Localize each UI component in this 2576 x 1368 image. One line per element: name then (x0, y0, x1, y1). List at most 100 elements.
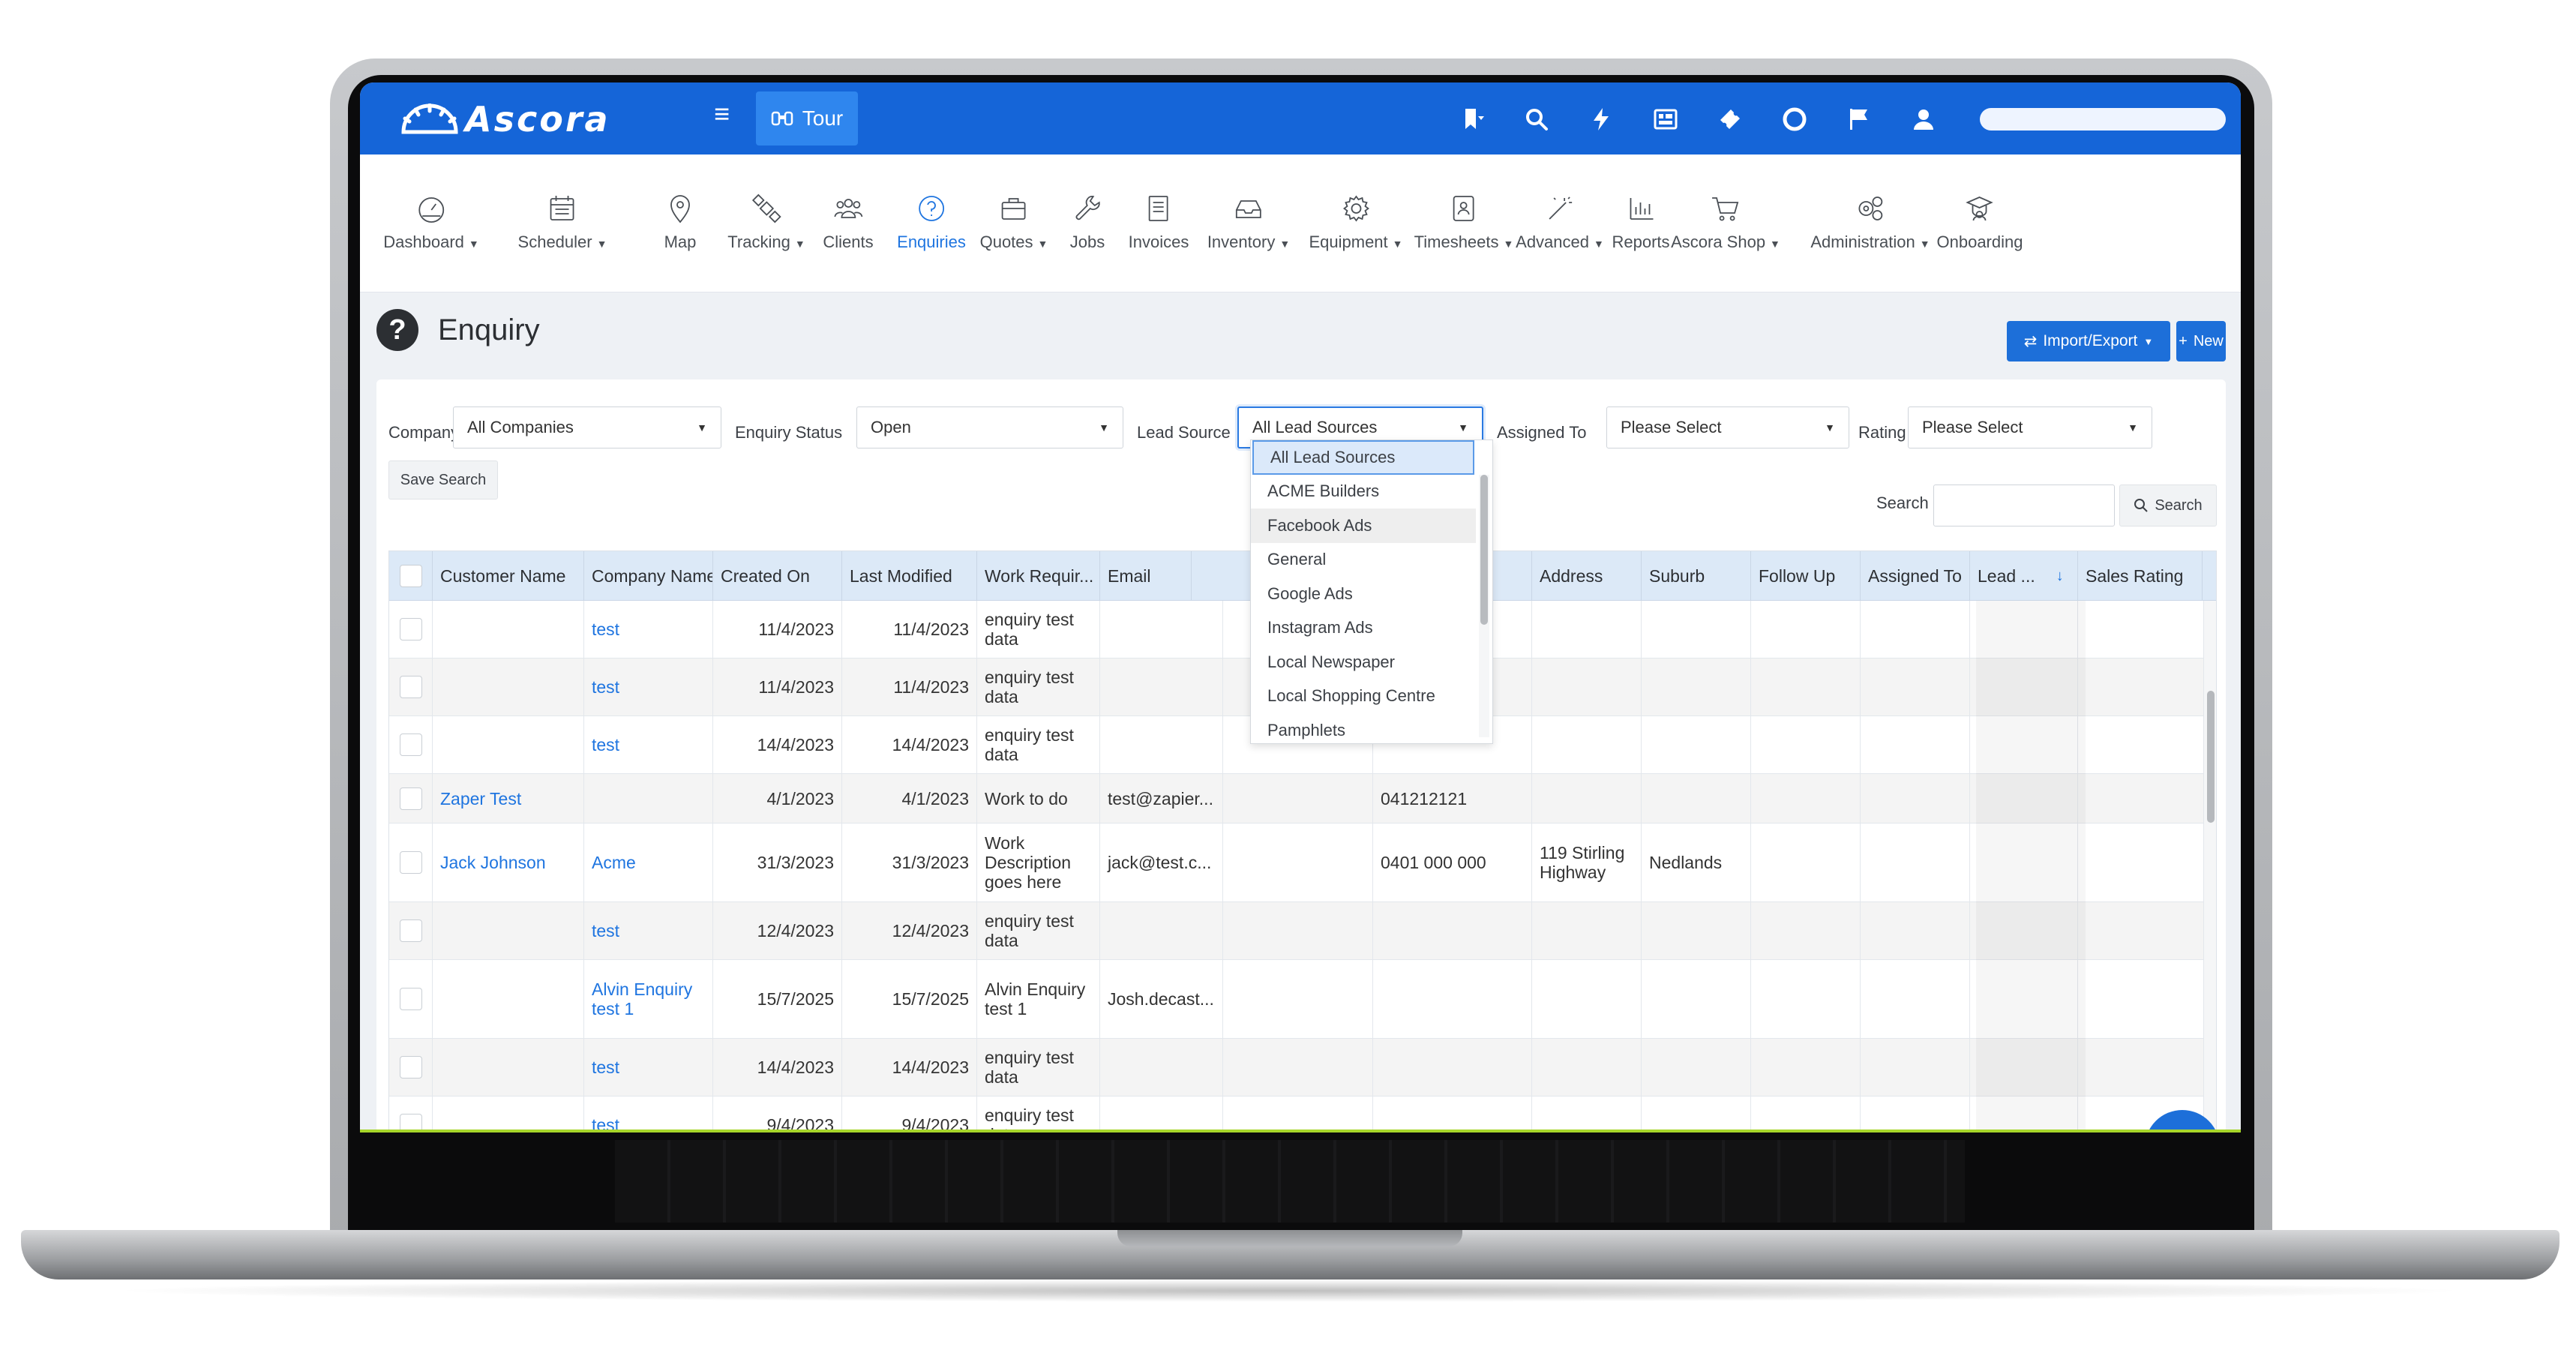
column-header[interactable]: Suburb (1642, 551, 1751, 601)
nav-item-timesheets[interactable]: Timesheets ▼ (1414, 192, 1513, 252)
customer-name-cell[interactable] (433, 601, 584, 658)
company-name-cell[interactable]: test (584, 1039, 713, 1096)
row-checkbox[interactable] (399, 1056, 422, 1078)
scrollbar-thumb[interactable] (2207, 691, 2215, 823)
lead-source-option[interactable]: General (1251, 543, 1476, 578)
nav-item-quotes[interactable]: Quotes ▼ (980, 192, 1048, 252)
company-name-cell[interactable] (584, 774, 713, 823)
customer-name-cell[interactable]: Jack Johnson (433, 824, 584, 902)
import-export-button[interactable]: ⇄ Import/Export ▼ (2007, 321, 2170, 362)
nav-item-dashboard[interactable]: Dashboard ▼ (383, 192, 479, 252)
lead-source-option[interactable]: Instagram Ads (1251, 611, 1476, 646)
nav-item-invoices[interactable]: Invoices (1129, 192, 1189, 252)
nav-item-enquiries[interactable]: Enquiries (897, 192, 966, 252)
customer-name-cell[interactable]: Zaper Test (433, 774, 584, 823)
lead-source-option[interactable]: All Lead Sources (1252, 440, 1474, 475)
nav-item-inventory[interactable]: Inventory ▼ (1207, 192, 1290, 252)
lead-source-option[interactable]: Google Ads (1251, 577, 1476, 611)
company-select[interactable]: All Companies ▼ (453, 406, 721, 448)
assigned-to-select[interactable]: Please Select ▼ (1606, 406, 1849, 448)
enquiry-status-select[interactable]: Open ▼ (856, 406, 1123, 448)
dropdown-scrollbar[interactable] (1479, 475, 1489, 737)
lightning-icon[interactable] (1569, 100, 1633, 138)
column-header[interactable]: Follow Up (1751, 551, 1861, 601)
table-scrollbar[interactable] (2204, 601, 2216, 1130)
dashboard-grid-icon[interactable] (1633, 100, 1698, 138)
column-header[interactable]: Last Modified (842, 551, 977, 601)
rating-select[interactable]: Please Select ▼ (1908, 406, 2152, 448)
help-icon[interactable]: ? (376, 309, 418, 351)
column-header[interactable]: Email (1100, 551, 1192, 601)
nav-item-equipment[interactable]: Equipment ▼ (1309, 192, 1403, 252)
brand-logo[interactable]: Ascora (399, 99, 610, 140)
row-checkbox[interactable] (399, 618, 422, 640)
row-checkbox[interactable] (399, 988, 422, 1010)
lead-source-option[interactable]: Local Newspaper (1251, 645, 1476, 680)
column-header[interactable]: Lead ... ↓ (1970, 551, 2078, 601)
nav-item-map[interactable]: Map (664, 192, 697, 252)
column-header[interactable]: Sales Rating (2078, 551, 2203, 601)
customer-name-cell[interactable] (433, 1039, 584, 1096)
row-checkbox[interactable] (399, 676, 422, 698)
table-row[interactable]: test 12/4/2023 12/4/2023 enquiry test data (389, 902, 2216, 960)
nav-item-advanced[interactable]: Advanced ▼ (1516, 192, 1604, 252)
search-button[interactable]: Search (2119, 484, 2217, 526)
row-checkbox[interactable] (399, 1114, 422, 1130)
column-header[interactable]: Company Name (584, 551, 713, 601)
customer-name-cell[interactable] (433, 716, 584, 773)
nav-item-reports[interactable]: Reports (1612, 192, 1670, 252)
row-checkbox[interactable] (399, 787, 422, 810)
column-header[interactable]: Work Requir... (977, 551, 1100, 601)
column-header[interactable]: Assigned To (1861, 551, 1970, 601)
column-header[interactable] (389, 551, 433, 601)
lead-source-option[interactable]: Facebook Ads (1251, 508, 1476, 543)
table-row[interactable]: Jack Johnson Acme 31/3/2023 31/3/2023 Work D… (389, 824, 2216, 902)
select-all-checkbox[interactable] (399, 565, 422, 587)
company-name-cell[interactable]: test (584, 716, 713, 773)
nav-item-onboarding[interactable]: Onboarding (1937, 192, 2023, 252)
lead-source-option[interactable]: Local Shopping Centre (1251, 680, 1476, 714)
user-name-pill[interactable] (1980, 108, 2226, 130)
flag-icon[interactable] (1827, 100, 1891, 138)
customer-name-cell[interactable] (433, 960, 584, 1038)
nav-item-administration[interactable]: Administration ▼ (1810, 192, 1930, 252)
company-name-cell[interactable]: test (584, 658, 713, 716)
company-name-cell[interactable]: test (584, 601, 713, 658)
nav-item-tracking[interactable]: Tracking ▼ (727, 192, 805, 252)
lead-source-option[interactable]: ACME Builders (1251, 475, 1476, 509)
company-name-cell[interactable]: Alvin Enquiry test 1 (584, 960, 713, 1038)
customer-name-cell[interactable] (433, 1096, 584, 1130)
new-button[interactable]: + New (2176, 321, 2226, 362)
table-row[interactable]: test9/4/20239/4/2023enquiry test data (389, 1096, 2216, 1130)
dropdown-scrollbar-thumb[interactable] (1480, 475, 1488, 625)
row-checkbox[interactable] (399, 920, 422, 942)
nav-item-scheduler[interactable]: Scheduler ▼ (518, 192, 607, 252)
company-name-cell[interactable]: test (584, 1096, 713, 1130)
nav-item-clients[interactable]: Clients (823, 192, 874, 252)
nav-item-ascora_shop[interactable]: Ascora Shop ▼ (1671, 192, 1780, 252)
lead-source-option[interactable]: Pamphlets (1251, 713, 1476, 743)
search-icon[interactable] (1504, 100, 1569, 138)
hamburger-menu-icon[interactable]: ≡ (714, 99, 730, 129)
customer-name-cell[interactable] (433, 902, 584, 959)
search-input[interactable] (1933, 484, 2115, 526)
nav-item-jobs[interactable]: Jobs (1070, 192, 1105, 252)
user-icon[interactable] (1891, 100, 1956, 138)
tour-button[interactable]: Tour (756, 92, 858, 146)
row-checkbox[interactable] (399, 851, 422, 874)
column-header[interactable]: Created On (713, 551, 842, 601)
row-checkbox[interactable] (399, 734, 422, 756)
bookmark-icon[interactable] (1440, 100, 1504, 138)
table-row[interactable]: Alvin Enquiry test 1 15/7/2025 15/7/2025 Al… (389, 960, 2216, 1039)
table-row[interactable]: test 14/4/2023 14/4/2023 enquiry test data (389, 1039, 2216, 1096)
company-name-cell[interactable]: test (584, 902, 713, 959)
assigned-to-cell (1861, 1096, 1970, 1130)
ticket-icon[interactable] (1698, 100, 1762, 138)
table-row[interactable]: Zaper Test 4/1/2023 4/1/2023 Work to do test… (389, 774, 2216, 824)
customer-name-cell[interactable] (433, 658, 584, 716)
save-search-button[interactable]: Save Search (388, 460, 498, 500)
column-header[interactable]: Customer Name (433, 551, 584, 601)
lifebuoy-icon[interactable] (1762, 100, 1827, 138)
column-header[interactable]: Address (1532, 551, 1642, 601)
company-name-cell[interactable]: Acme (584, 824, 713, 902)
